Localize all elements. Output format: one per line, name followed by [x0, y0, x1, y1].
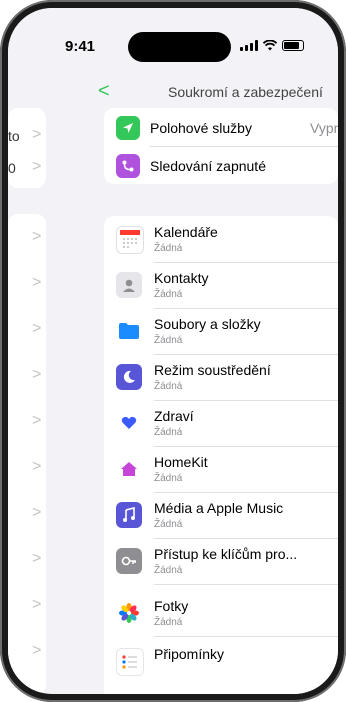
list-item[interactable]: Soubory a složky Žádná: [104, 308, 338, 354]
app-label: Kalendáře: [154, 224, 218, 240]
location-services-row[interactable]: Polohové služby Vypnu: [104, 108, 338, 146]
photos-icon: [116, 600, 142, 626]
chevron-right-icon[interactable]: >: [32, 550, 41, 568]
list-item[interactable]: Kalendáře Žádná: [104, 216, 338, 262]
divider: [154, 584, 338, 585]
dynamic-island: [128, 32, 231, 62]
wifi-icon: [263, 40, 277, 51]
list-item[interactable]: Fotky Žádná: [104, 590, 338, 636]
back-chevron-icon[interactable]: <: [98, 80, 110, 103]
app-label: Režim soustředění: [154, 362, 271, 378]
contacts-icon: [116, 272, 142, 298]
chevron-right-icon: >: [32, 126, 42, 143]
phone-frame: 9:41 to > 0 > > > > > > > > > > > < Souk…: [0, 0, 346, 702]
chevron-right-icon[interactable]: >: [32, 320, 41, 338]
list-item[interactable]: HomeKit Žádná: [104, 446, 338, 492]
list-item[interactable]: Kontakty Žádná: [104, 262, 338, 308]
app-label: Fotky: [154, 598, 189, 614]
location-arrow-icon: [116, 116, 140, 140]
app-label: Soubory a složky: [154, 316, 261, 332]
chevron-right-icon[interactable]: >: [32, 228, 41, 246]
chevron-right-icon[interactable]: >: [32, 596, 41, 614]
folder-icon: [116, 318, 142, 344]
tracking-label: Sledování zapnuté: [150, 158, 266, 174]
chevron-right-icon[interactable]: >: [32, 642, 41, 660]
chevron-right-icon[interactable]: >: [32, 504, 41, 522]
key-icon: [116, 548, 142, 574]
divider: [154, 636, 338, 637]
list-item[interactable]: Média a Apple Music Žádná: [104, 492, 338, 538]
health-icon: [116, 410, 142, 436]
app-label: Přístup ke klíčům pro...: [154, 546, 298, 562]
chevron-right-icon[interactable]: >: [32, 274, 41, 292]
screen: 9:41 to > 0 > > > > > > > > > > > < Souk…: [8, 8, 338, 694]
app-label: Připomínky: [154, 646, 225, 662]
chevron-right-icon: >: [32, 158, 42, 175]
status-bar: 9:41: [8, 8, 338, 78]
tracking-row[interactable]: Sledování zapnuté: [104, 146, 338, 184]
battery-icon: [282, 40, 304, 51]
calendar-icon: [116, 226, 144, 254]
privacy-card: Polohové služby Vypnu Sledování zapnuté: [104, 108, 338, 184]
status-time: 9:41: [65, 38, 96, 55]
location-services-label: Polohové služby: [150, 120, 252, 136]
left-item-text: 0: [8, 160, 16, 176]
music-icon: [116, 502, 142, 528]
signal-icon: [240, 40, 258, 51]
app-access: Žádná: [154, 289, 183, 300]
app-label: Zdraví: [154, 408, 194, 424]
home-icon: [116, 456, 142, 482]
left-item-text: to: [8, 128, 20, 144]
app-access: Žádná: [154, 381, 183, 392]
app-access: Žádná: [154, 617, 183, 628]
tracking-icon: [116, 154, 140, 178]
list-item[interactable]: Přístup ke klíčům pro... Žádná: [104, 538, 338, 584]
left-card: [8, 108, 46, 188]
page-title: Soukromí a zabezpečení: [168, 84, 323, 100]
chevron-right-icon[interactable]: >: [32, 458, 41, 476]
list-item[interactable]: Režim soustředění Žádná: [104, 354, 338, 400]
app-access: Žádná: [154, 473, 183, 484]
chevron-right-icon[interactable]: >: [32, 412, 41, 430]
focus-icon: [116, 364, 142, 390]
app-permissions-list: Kalendáře Žádná Kontakty Žádná Soubory a…: [104, 216, 338, 694]
chevron-right-icon[interactable]: >: [32, 366, 41, 384]
app-label: Média a Apple Music: [154, 500, 284, 516]
app-label: HomeKit: [154, 454, 208, 470]
app-access: Žádná: [154, 427, 183, 438]
list-item[interactable]: Připomínky: [104, 638, 338, 684]
app-access: Žádná: [154, 565, 183, 576]
app-access: Žádná: [154, 335, 183, 346]
background-settings-list: to > 0 > > > > > > > > > > >: [8, 78, 104, 694]
app-access: Žádná: [154, 519, 183, 530]
location-services-value: Vypnu: [310, 120, 338, 136]
app-label: Kontakty: [154, 270, 209, 286]
list-item[interactable]: Zdraví Žádná: [104, 400, 338, 446]
reminders-icon: [116, 648, 144, 676]
app-access: Žádná: [154, 243, 183, 254]
system-icons: [240, 40, 304, 51]
nav-bar: < Soukromí a zabezpečení: [98, 78, 338, 108]
